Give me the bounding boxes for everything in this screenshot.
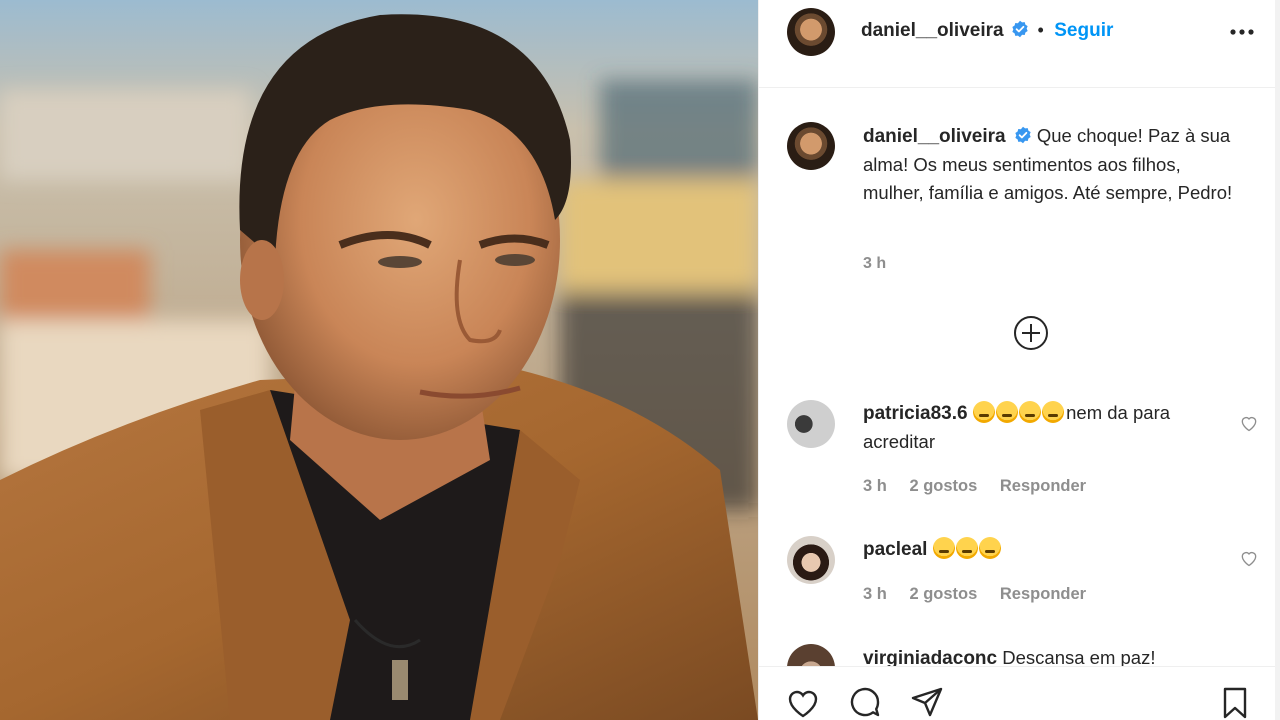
comment-text: nem da para xyxy=(1066,402,1171,423)
loudly-crying-face-icon xyxy=(995,401,1018,423)
comment-timestamp[interactable]: 3 h xyxy=(863,477,887,495)
author-avatar[interactable] xyxy=(787,8,835,56)
comment-item: patricia83.6 nem da para acreditar xyxy=(863,399,1223,456)
comment-timestamp[interactable]: 3 h xyxy=(863,585,887,603)
comment-like-count[interactable]: 2 gostos xyxy=(909,585,977,603)
send-icon[interactable] xyxy=(909,685,945,720)
verified-badge-icon xyxy=(1015,126,1031,144)
sad-but-relieved-face-icon xyxy=(932,537,955,559)
comment-meta: 3 h 2 gostos Responder xyxy=(863,585,1104,604)
post-photo-illustration xyxy=(0,0,758,720)
pensive-face-icon xyxy=(1042,401,1065,423)
plus-circle-icon[interactable] xyxy=(1013,315,1049,351)
heart-outline-icon[interactable] xyxy=(1239,413,1259,433)
comment-avatar[interactable] xyxy=(787,536,835,584)
reply-button[interactable]: Responder xyxy=(1000,585,1086,603)
bookmark-icon[interactable] xyxy=(1217,685,1253,720)
comment-icon[interactable] xyxy=(847,685,883,720)
caption-timestamp[interactable]: 3 h xyxy=(863,255,886,273)
post-header: daniel__oliveira • Seguir xyxy=(759,0,1276,88)
separator-dot: • xyxy=(1037,20,1044,40)
heart-icon[interactable] xyxy=(785,685,821,720)
sad-but-relieved-face-icon xyxy=(955,537,978,559)
panel-edge xyxy=(1275,0,1280,720)
post-action-bar xyxy=(759,666,1276,720)
more-options-icon[interactable] xyxy=(1227,22,1257,42)
post-photo[interactable] xyxy=(0,0,758,720)
comment-text-continued: acreditar xyxy=(863,431,935,452)
caption-username[interactable]: daniel__oliveira xyxy=(863,126,1006,147)
loudly-crying-face-icon xyxy=(972,401,995,423)
follow-button[interactable]: Seguir xyxy=(1054,20,1113,41)
author-username[interactable]: daniel__oliveira xyxy=(861,20,1004,41)
comment-avatar[interactable] xyxy=(787,400,835,448)
author-line: daniel__oliveira • Seguir xyxy=(861,20,1113,42)
verified-badge-icon xyxy=(1012,20,1028,38)
heart-outline-icon[interactable] xyxy=(1239,548,1259,568)
comment-username[interactable]: pacleal xyxy=(863,539,927,560)
comment-username[interactable]: patricia83.6 xyxy=(863,403,968,424)
comment-like-count[interactable]: 2 gostos xyxy=(909,477,977,495)
loudly-crying-face-icon xyxy=(1019,401,1041,423)
comment-meta: 3 h 2 gostos Responder xyxy=(863,477,1104,496)
comment-text: Descansa em paz! xyxy=(1002,647,1156,668)
caption-author-avatar[interactable] xyxy=(787,122,835,170)
reply-button[interactable]: Responder xyxy=(1000,477,1086,495)
post-side-panel: daniel__oliveira • Seguir daniel__olivei… xyxy=(758,0,1280,720)
post-caption: daniel__oliveira Que choque! Paz à sua a… xyxy=(863,122,1243,207)
sad-but-relieved-face-icon xyxy=(978,537,1001,559)
comment-item: pacleal xyxy=(863,535,1223,564)
